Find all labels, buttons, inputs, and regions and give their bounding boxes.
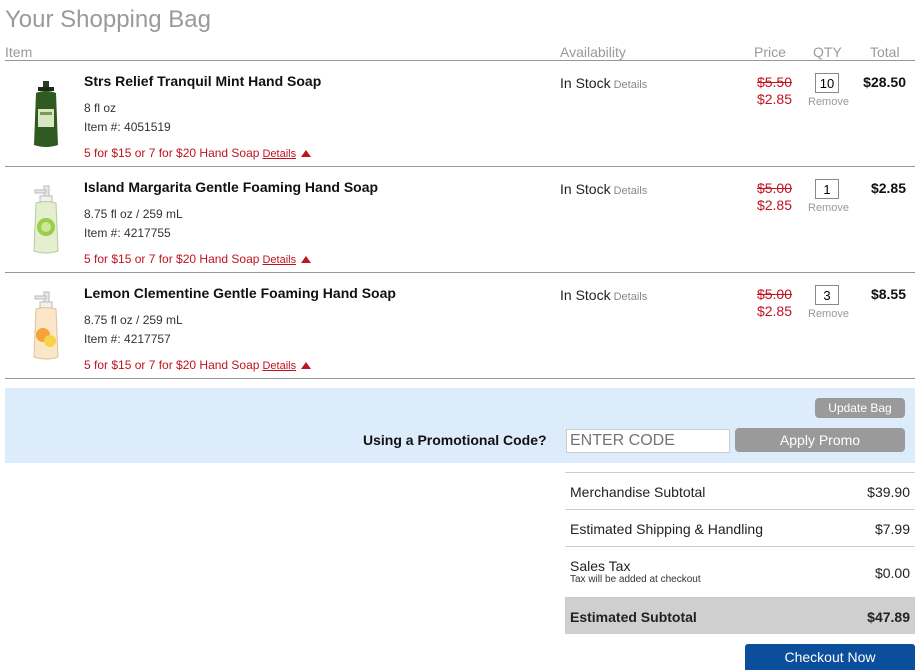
product-item-number: Item #: 4051519 [84, 120, 171, 134]
sale-price: $2.85 [756, 91, 792, 107]
triangle-up-icon[interactable] [301, 150, 312, 158]
sales-tax-value: $0.00 [874, 565, 910, 581]
quantity-input[interactable] [815, 73, 839, 93]
cart-row: Island Margarita Gentle Foaming Hand Soa… [5, 167, 915, 273]
quantity-input[interactable] [815, 179, 839, 199]
shipping-label: Estimated Shipping & Handling [570, 521, 764, 537]
sale-price: $2.85 [756, 197, 792, 213]
line-total: $2.85 [870, 180, 906, 196]
triangle-up-icon[interactable] [301, 362, 312, 370]
promo-offer-text: 5 for $15 or 7 for $20 Hand Soap [84, 146, 260, 160]
product-size: 8 fl oz [84, 101, 117, 115]
availability: In Stock Details [560, 181, 647, 197]
product-size: 8.75 fl oz / 259 mL [84, 313, 183, 327]
estimated-subtotal-label: Estimated Subtotal [570, 609, 697, 625]
shipping-value: $7.99 [874, 521, 910, 537]
column-header-price: Price [754, 44, 786, 60]
promo-code-input[interactable] [566, 429, 730, 453]
product-size: 8.75 fl oz / 259 mL [84, 207, 183, 221]
availability-status: In Stock [560, 181, 611, 197]
update-bag-button[interactable]: Update Bag [815, 398, 905, 418]
cart-row: Lemon Clementine Gentle Foaming Hand Soa… [5, 273, 915, 379]
sale-price: $2.85 [756, 303, 792, 319]
availability-status: In Stock [560, 75, 611, 91]
line-total: $8.55 [870, 286, 906, 302]
column-header-qty: QTY [813, 44, 842, 60]
availability-details-link[interactable]: Details [614, 185, 648, 197]
merchandise-subtotal-value: $39.90 [867, 484, 910, 500]
quantity-input[interactable] [815, 285, 839, 305]
product-item-number: Item #: 4217755 [84, 226, 171, 240]
product-image-mint-soap[interactable] [27, 79, 65, 149]
sales-tax-label: Sales Tax [570, 558, 631, 574]
summary-row-tax: Sales Tax Tax will be added at checkout … [565, 547, 915, 598]
product-name[interactable]: Island Margarita Gentle Foaming Hand Soa… [84, 179, 378, 195]
column-header-item: Item [5, 44, 33, 60]
summary-row-merchandise: Merchandise Subtotal $39.90 [565, 473, 915, 510]
checkout-now-button[interactable]: Checkout Now [745, 644, 915, 670]
remove-link[interactable]: Remove [808, 96, 849, 108]
promo-code-label: Using a Promotional Code? [363, 432, 547, 448]
line-total: $28.50 [863, 74, 906, 90]
promo-offer: 5 for $15 or 7 for $20 Hand Soap Details [84, 252, 312, 266]
apply-promo-button[interactable]: Apply Promo [735, 428, 905, 452]
sales-tax-note: Tax will be added at checkout [570, 574, 701, 585]
cart-row: Strs Relief Tranquil Mint Hand Soap 8 fl… [5, 61, 915, 167]
summary-row-estimated-subtotal: Estimated Subtotal $47.89 [565, 598, 915, 634]
availability: In Stock Details [560, 287, 647, 303]
promo-details-link[interactable]: Details [262, 148, 296, 160]
availability-status: In Stock [560, 287, 611, 303]
triangle-up-icon[interactable] [301, 256, 312, 264]
promo-code-section: Update Bag Using a Promotional Code? App… [5, 388, 915, 463]
estimated-subtotal-value: $47.89 [867, 609, 910, 625]
original-price: $5.00 [756, 180, 792, 196]
original-price: $5.00 [756, 286, 792, 302]
promo-offer-text: 5 for $15 or 7 for $20 Hand Soap [84, 252, 260, 266]
promo-details-link[interactable]: Details [262, 360, 296, 372]
original-price: $5.50 [756, 74, 792, 90]
remove-link[interactable]: Remove [808, 202, 849, 214]
product-image-margarita-soap[interactable] [27, 185, 65, 255]
promo-offer: 5 for $15 or 7 for $20 Hand Soap Details [84, 358, 312, 372]
summary-row-shipping: Estimated Shipping & Handling $7.99 [565, 510, 915, 547]
product-item-number: Item #: 4217757 [84, 332, 171, 346]
availability-details-link[interactable]: Details [614, 291, 648, 303]
column-header-total: Total [870, 44, 900, 60]
product-name[interactable]: Strs Relief Tranquil Mint Hand Soap [84, 73, 321, 89]
remove-link[interactable]: Remove [808, 308, 849, 320]
column-header-availability: Availability [560, 44, 626, 60]
product-name[interactable]: Lemon Clementine Gentle Foaming Hand Soa… [84, 285, 396, 301]
promo-offer: 5 for $15 or 7 for $20 Hand Soap Details [84, 146, 312, 160]
page-title: Your Shopping Bag [5, 6, 211, 33]
availability: In Stock Details [560, 75, 647, 91]
product-image-lemon-soap[interactable] [27, 291, 65, 361]
availability-details-link[interactable]: Details [614, 79, 648, 91]
promo-offer-text: 5 for $15 or 7 for $20 Hand Soap [84, 358, 260, 372]
promo-details-link[interactable]: Details [262, 254, 296, 266]
merchandise-subtotal-label: Merchandise Subtotal [570, 484, 706, 500]
